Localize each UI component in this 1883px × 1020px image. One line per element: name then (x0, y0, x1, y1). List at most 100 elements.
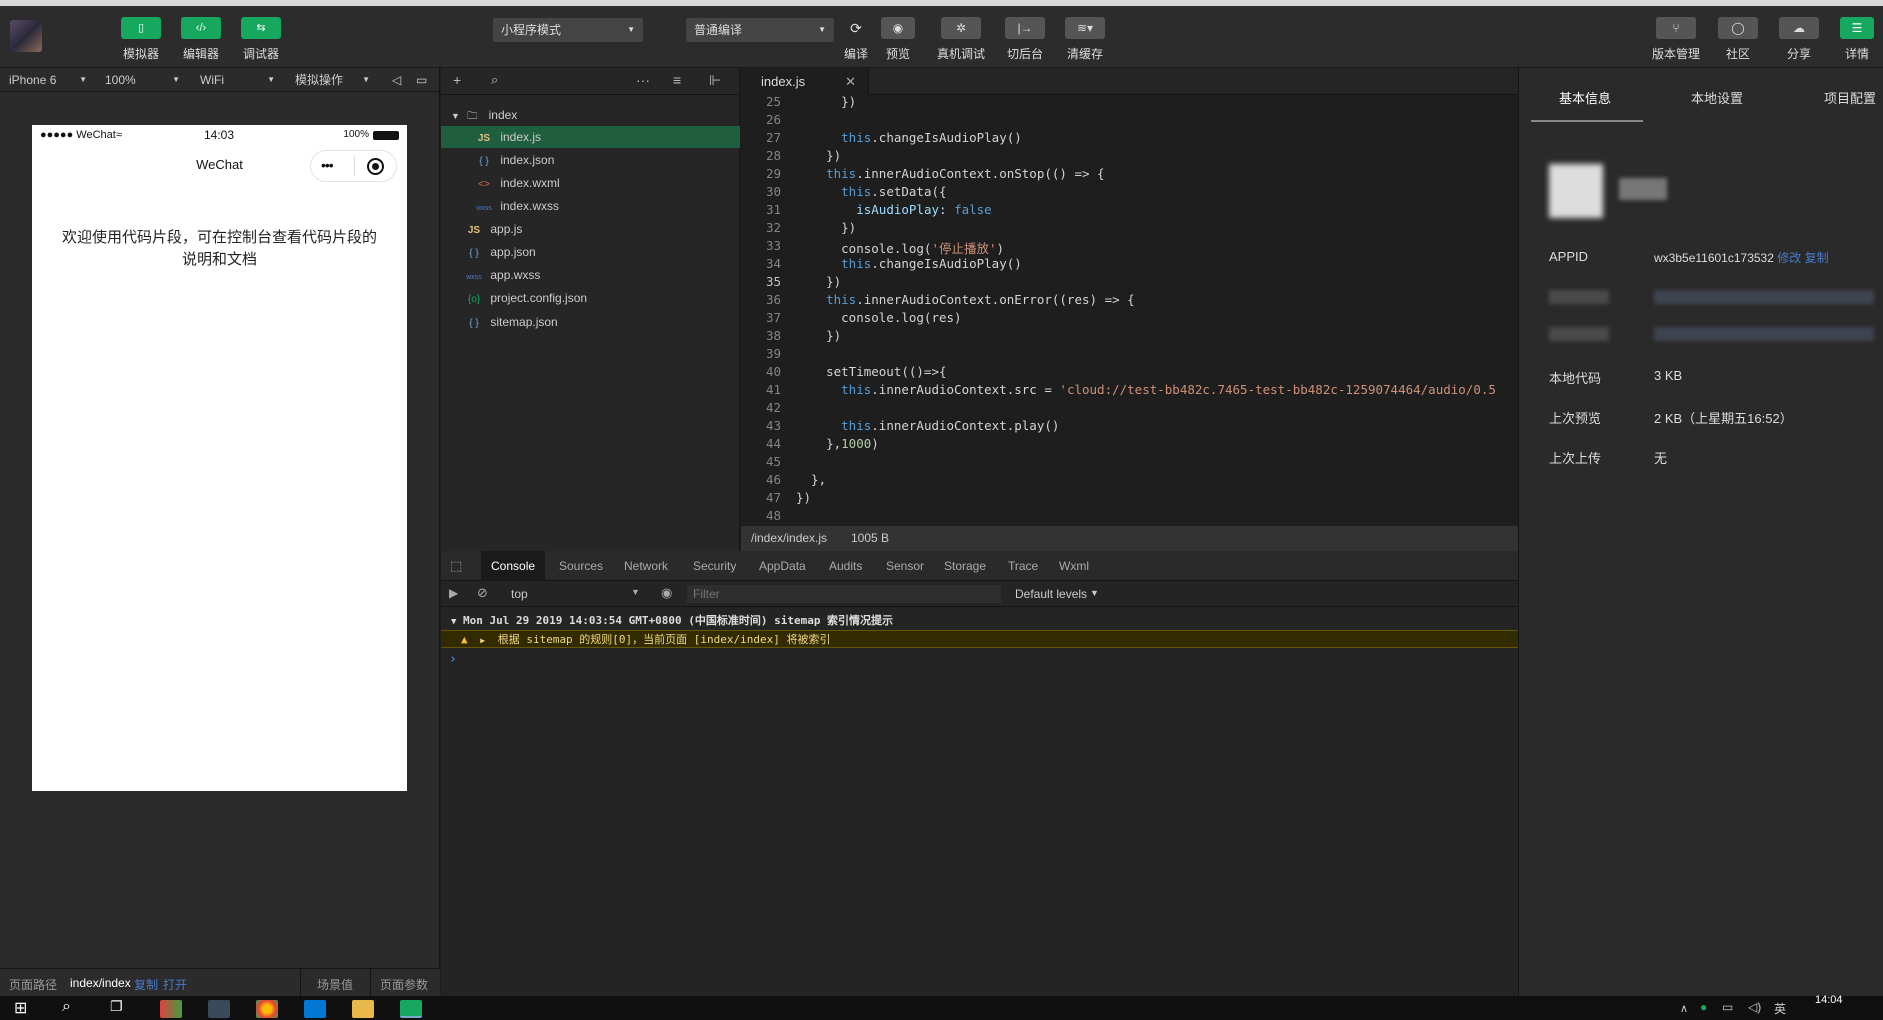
tree-file-index-wxss[interactable]: wxss index.wxss (441, 195, 740, 217)
tab-console[interactable]: Console (481, 551, 546, 581)
copy-appid-link[interactable]: 复制 (1805, 251, 1829, 265)
project-details-panel: 基本信息 本地设置 项目配置 APPID wx3b5e11601c173532 … (1518, 68, 1883, 996)
simulator-toolbar: iPhone 6 ▼ 100% ▼ WiFi ▼ 模拟操作 ▼ ◁ ▭ (0, 68, 439, 92)
inspect-icon[interactable]: ⬚ (450, 551, 462, 581)
tree-file-app-js[interactable]: JS app.js (441, 218, 740, 240)
warning-message[interactable]: ▲ ▶ 根据 sitemap 的规则[0]，当前页面 [index/index]… (441, 630, 1518, 648)
background-button[interactable]: |→ 切后台 (999, 17, 1051, 62)
context-select[interactable]: top (511, 587, 528, 601)
network-icon[interactable]: ▭ (1722, 1000, 1733, 1014)
eye-icon[interactable]: ◉ (661, 585, 672, 601)
tab-appdata[interactable]: AppData (759, 551, 806, 581)
preview-button[interactable]: ◉ 预览 (872, 17, 924, 62)
split-icon[interactable]: ⊩ (709, 72, 721, 89)
tree-file-index-wxml[interactable]: <> index.wxml (441, 172, 740, 194)
tab-sources[interactable]: Sources (559, 551, 603, 581)
clock[interactable]: 14:04 (1815, 994, 1843, 1006)
project-avatar (1549, 164, 1603, 218)
clear-cache-button[interactable]: ≋▾ 清缓存 (1059, 17, 1111, 62)
tab-trace[interactable]: Trace (1008, 551, 1038, 581)
tab-storage[interactable]: Storage (944, 551, 986, 581)
more-icon[interactable]: ••• (321, 157, 334, 173)
add-icon[interactable]: + (453, 72, 461, 88)
tab-local-settings[interactable]: 本地设置 (1691, 88, 1743, 107)
tab-wxml[interactable]: Wxml (1059, 551, 1089, 581)
console-prompt[interactable]: › (441, 652, 1518, 667)
code-area[interactable]: 25 }) 26 27 this.changeIsAudioPlay() 28 … (741, 95, 1518, 525)
tree-file-index-js[interactable]: JS index.js (441, 126, 740, 148)
network-select[interactable]: WiFi ▼ (200, 68, 275, 92)
sidebar-toggle-icon[interactable]: ▶ (449, 586, 458, 600)
editor-button[interactable]: ‹/› 编辑器 (176, 17, 226, 62)
volume-icon[interactable]: ◁) (1748, 1000, 1761, 1014)
collapse-icon[interactable]: ≡ (673, 72, 681, 88)
device-select[interactable]: iPhone 6 ▼ (9, 68, 87, 92)
popout-icon[interactable]: ▭ (416, 68, 427, 92)
phone-screen: ●●●●● WeChat ≈ 14:03 100% WeChat ••• 欢迎使… (32, 125, 407, 791)
blurred-value (1654, 327, 1874, 341)
capsule-menu[interactable]: ••• (310, 150, 397, 182)
tree-folder-index[interactable]: ▼ 🗀 index (441, 104, 740, 126)
wxss-file-icon: wxss (476, 205, 492, 212)
search-icon[interactable]: ⌕ (62, 998, 71, 1016)
wechat-tray-icon[interactable]: ● (1700, 1000, 1707, 1014)
close-icon[interactable]: ✕ (845, 68, 856, 95)
close-circle-icon[interactable] (367, 158, 384, 175)
details-button[interactable]: ☰ 详情 (1833, 17, 1881, 62)
tab-audits[interactable]: Audits (829, 551, 862, 581)
scene-value-tab[interactable]: 场景值 (317, 976, 353, 993)
eye-icon: ◉ (881, 17, 915, 39)
copy-path-link[interactable]: 复制 (134, 976, 158, 993)
tree-file-sitemap[interactable]: { } sitemap.json (441, 311, 740, 333)
open-path-link[interactable]: 打开 (163, 976, 187, 993)
chevron-down-icon: ▼ (451, 111, 460, 121)
chrome-icon[interactable] (256, 1000, 278, 1018)
zoom-select[interactable]: 100% ▼ (105, 68, 180, 92)
chevron-down-icon: ▼ (362, 75, 370, 84)
app-icon[interactable] (160, 1000, 182, 1018)
tree-file-project-config[interactable]: {o} project.config.json (441, 287, 740, 309)
community-button[interactable]: ◯ 社区 (1712, 17, 1764, 62)
tab-network[interactable]: Network (624, 551, 668, 581)
tab-basic-info[interactable]: 基本信息 (1559, 88, 1611, 107)
clear-console-icon[interactable]: ⊘ (477, 585, 488, 601)
search-icon[interactable]: ⌕ (491, 72, 498, 88)
page-params-tab[interactable]: 页面参数 (380, 976, 428, 993)
windows-start-icon[interactable]: ⊞ (14, 998, 27, 1018)
code-icon: ‹/› (181, 17, 221, 39)
tab-sensor[interactable]: Sensor (886, 551, 924, 581)
mode-select[interactable]: 小程序模式 ▼ (493, 18, 643, 42)
wechat-devtools-icon[interactable] (400, 1000, 422, 1018)
remote-debug-button[interactable]: ✲ 真机调试 (935, 17, 987, 62)
share-button[interactable]: ☁ 分享 (1773, 17, 1825, 62)
log-group-header[interactable]: ▼ Mon Jul 29 2019 14:03:54 GMT+0800 (中国标… (441, 612, 1518, 630)
devtools-tabs: ⬚ Console Sources Network Security AppDa… (441, 551, 1518, 581)
tree-file-index-json[interactable]: { } index.json (441, 149, 740, 171)
terminal-icon[interactable] (208, 1000, 230, 1018)
task-view-icon[interactable]: ❐ (110, 998, 123, 1015)
modify-appid-link[interactable]: 修改 (1777, 251, 1801, 265)
volume-icon[interactable]: ◁ (392, 68, 401, 92)
compile-mode-select[interactable]: 普通编译 ▼ (686, 18, 834, 42)
chevron-down-icon: ▼ (79, 75, 87, 84)
tab-project-config[interactable]: 项目配置 (1824, 88, 1876, 107)
more-icon[interactable]: ··· (636, 72, 650, 88)
wifi-icon: ≈ (116, 129, 123, 141)
tray-chevron-icon[interactable]: ∧ (1680, 1002, 1688, 1015)
tree-file-app-json[interactable]: { } app.json (441, 241, 740, 263)
tab-index-js[interactable]: index.js ✕ (741, 68, 869, 95)
folder-icon[interactable] (352, 1000, 374, 1018)
tree-file-app-wxss[interactable]: wxss app.wxss (441, 264, 740, 286)
console-filter-input[interactable] (687, 585, 1001, 603)
log-levels-select[interactable]: Default levels (1015, 587, 1087, 601)
input-language[interactable]: 英 (1774, 1000, 1786, 1017)
vscode-icon[interactable] (304, 1000, 326, 1018)
simulator-button[interactable]: ▯ 模拟器 (116, 17, 166, 62)
version-button[interactable]: ⑂ 版本管理 (1650, 17, 1702, 62)
simulate-operation-select[interactable]: 模拟操作 ▼ (295, 68, 370, 92)
user-avatar[interactable] (10, 20, 42, 52)
capsule-divider (354, 156, 355, 176)
tab-security[interactable]: Security (693, 551, 736, 581)
debugger-button[interactable]: ⇆ 调试器 (236, 17, 286, 62)
folder-icon: 🗀 (467, 111, 478, 122)
